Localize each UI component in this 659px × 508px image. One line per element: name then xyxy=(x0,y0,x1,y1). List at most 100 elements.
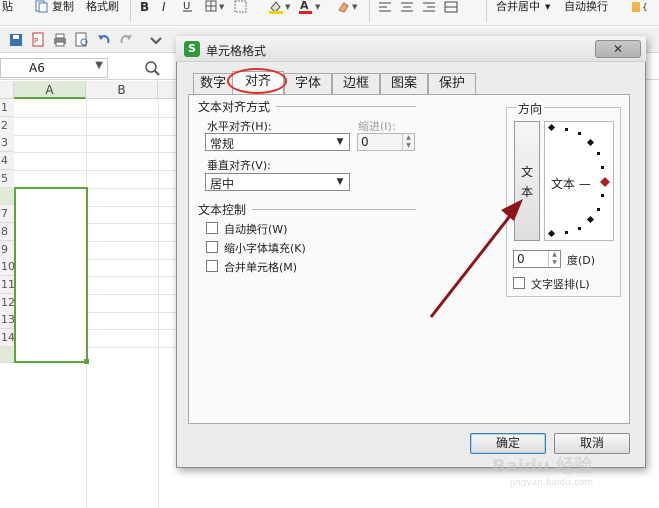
svg-text:▼: ▼ xyxy=(285,3,291,11)
undo-icon[interactable] xyxy=(96,32,112,48)
selected-cell-range[interactable] xyxy=(14,187,88,363)
print-preview-icon[interactable] xyxy=(74,32,90,48)
dial-dot xyxy=(601,194,604,197)
chevron-down-icon[interactable]: ▼ xyxy=(95,60,103,71)
tab-border[interactable]: 边框 xyxy=(332,73,380,94)
svg-text:{: { xyxy=(642,3,648,13)
dial-dot xyxy=(565,128,568,131)
svg-text:▼: ▼ xyxy=(315,3,321,11)
chevron-down-icon[interactable]: ▼ xyxy=(333,175,347,189)
zoom-icon[interactable] xyxy=(144,60,160,76)
name-box[interactable]: A6 ▼ xyxy=(0,58,108,78)
row-header[interactable]: 8 xyxy=(0,223,14,241)
row-header[interactable]: 3 xyxy=(0,134,14,152)
section-divider xyxy=(276,106,416,107)
horizontal-align-label: 水平对齐(H): xyxy=(207,120,272,133)
ok-button[interactable]: 确定 xyxy=(470,433,546,454)
merge-cells-label[interactable]: 合并单元格(M) xyxy=(224,259,297,275)
vertical-text-checkbox-label[interactable]: 文字竖排(L) xyxy=(531,276,590,292)
orientation-title: 方向 xyxy=(516,100,545,117)
merge-center-button[interactable]: 合并居中 xyxy=(496,0,540,14)
export-pdf-icon[interactable]: P xyxy=(30,32,46,48)
shrink-to-fit-label[interactable]: 缩小字体填充(K) xyxy=(224,240,306,256)
chevron-down-icon[interactable] xyxy=(148,32,164,48)
fill-handle[interactable] xyxy=(84,359,89,364)
italic-button[interactable]: I xyxy=(162,0,166,14)
alignment-icons[interactable] xyxy=(377,0,481,14)
degrees-label: 度(D) xyxy=(567,254,596,267)
vertical-align-label: 垂直对齐(V): xyxy=(207,159,271,172)
dial-dot xyxy=(578,227,581,230)
column-header-c[interactable] xyxy=(158,81,178,99)
dial-pointer-icon[interactable] xyxy=(600,177,610,187)
stepper-arrows-icon[interactable]: ▲ ▼ xyxy=(548,251,560,267)
row-header[interactable]: 14 xyxy=(0,329,15,347)
tab-protection[interactable]: 保护 xyxy=(428,73,476,94)
column-header-a[interactable]: A xyxy=(14,81,86,99)
tab-font[interactable]: 字体 xyxy=(284,73,332,94)
wrap-text-checkbox[interactable] xyxy=(206,222,218,234)
grid-pattern-icon[interactable] xyxy=(234,0,248,13)
wrap-text-button[interactable]: 自动换行 xyxy=(564,0,608,14)
clear-format-icon[interactable]: ▼ xyxy=(336,0,362,14)
row-header[interactable]: 1 xyxy=(0,99,14,117)
horizontal-align-value: 常规 xyxy=(210,137,235,151)
copy-button[interactable]: 复制 xyxy=(52,0,74,14)
chevron-down-icon[interactable]: ▼ xyxy=(545,0,550,14)
close-icon[interactable]: ✕ xyxy=(595,40,641,58)
row-header[interactable]: 4 xyxy=(0,152,14,170)
paste-button[interactable]: 贴 xyxy=(2,0,13,14)
row-header[interactable]: 13 xyxy=(0,311,15,329)
border-icon[interactable]: ▼ xyxy=(205,0,227,12)
font-color-icon[interactable]: A ▼ xyxy=(298,0,324,14)
row-header[interactable]: 9 xyxy=(0,241,14,259)
section-divider xyxy=(252,209,416,210)
redo-icon[interactable] xyxy=(118,32,134,48)
svg-text:P: P xyxy=(34,37,38,45)
row-header[interactable]: 12 xyxy=(0,294,15,312)
cancel-button[interactable]: 取消 xyxy=(554,433,630,454)
shrink-to-fit-checkbox[interactable] xyxy=(206,241,218,253)
ribbon-divider xyxy=(486,0,487,22)
indent-stepper[interactable]: 0 ▲ ▼ xyxy=(357,133,415,151)
annotation-arrow xyxy=(429,199,523,318)
text-control-title: 文本控制 xyxy=(198,203,247,217)
dial-dot xyxy=(601,166,604,169)
underline-icon[interactable]: U xyxy=(182,0,194,12)
merge-cells-checkbox[interactable] xyxy=(206,260,218,272)
text-alignment-title: 文本对齐方式 xyxy=(198,100,271,114)
tab-pattern[interactable]: 图案 xyxy=(380,73,428,94)
chevron-down-icon[interactable]: ▼ xyxy=(333,135,347,149)
dial-dot xyxy=(578,132,581,135)
annotation-circle xyxy=(227,68,287,94)
row-header[interactable]: 5 xyxy=(0,170,14,188)
row-header[interactable]: 10 xyxy=(0,258,15,276)
fill-color-icon[interactable]: ▼ xyxy=(268,0,294,14)
bold-button[interactable]: B xyxy=(140,0,149,14)
sort-icon[interactable]: { xyxy=(630,0,658,14)
vertical-align-select[interactable]: 居中 ▼ xyxy=(205,173,350,191)
select-all-corner[interactable] xyxy=(0,81,14,99)
row-header[interactable]: 2 xyxy=(0,117,14,135)
wps-logo-icon: S xyxy=(184,41,200,57)
vertical-text-char: 文 xyxy=(520,165,533,179)
save-icon[interactable] xyxy=(8,32,24,48)
row-header[interactable]: 11 xyxy=(0,276,15,294)
vertical-align-value: 居中 xyxy=(210,177,235,191)
svg-text:A: A xyxy=(300,0,309,12)
stepper-arrows-icon[interactable]: ▲ ▼ xyxy=(402,134,414,150)
wrap-text-label[interactable]: 自动换行(W) xyxy=(224,221,287,237)
horizontal-align-select[interactable]: 常规 ▼ xyxy=(205,133,350,151)
copy-icon xyxy=(35,0,48,13)
print-icon[interactable] xyxy=(52,32,68,48)
ribbon-divider xyxy=(130,0,131,22)
svg-text:U: U xyxy=(183,1,190,12)
column-header-b[interactable]: B xyxy=(86,81,158,99)
dialog-title: 单元格格式 xyxy=(206,44,267,58)
format-painter-button[interactable]: 格式刷 xyxy=(86,0,119,14)
ribbon-divider xyxy=(369,0,370,22)
row-header[interactable]: 7 xyxy=(0,205,14,223)
indent-value: 0 xyxy=(361,135,369,149)
svg-text:▼: ▼ xyxy=(352,3,358,11)
indent-label: 缩进(I): xyxy=(358,120,396,133)
